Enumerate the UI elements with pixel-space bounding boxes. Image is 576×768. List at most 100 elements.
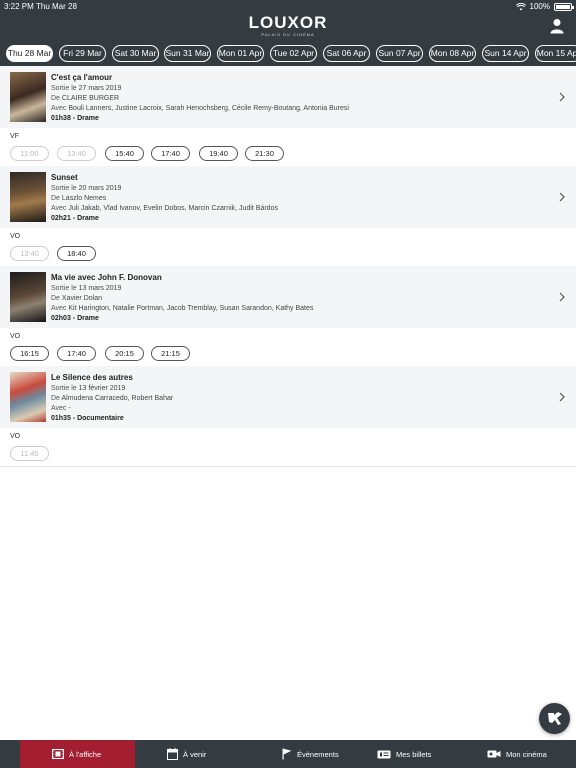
tab-label: À l'affiche	[69, 749, 102, 759]
version-label: VF	[10, 133, 19, 140]
film-icon	[52, 749, 64, 759]
showtime-button[interactable]: 17:40	[57, 346, 96, 361]
cast-names: Bouli Lanners, Justine Lacroix, Sarah He…	[68, 105, 349, 112]
release-date: 13 février 2019	[78, 385, 126, 392]
showtime-button: 13:40	[57, 146, 96, 161]
date-chip[interactable]: Mon 15 Apr	[535, 45, 576, 62]
showtime-button[interactable]: 21:15	[151, 346, 190, 361]
date-chip[interactable]: Sun 14 Apr	[482, 45, 529, 62]
flag-icon	[282, 748, 292, 760]
showtime-button[interactable]: 20:15	[105, 346, 144, 361]
movie-cast: Avec Juli Jakab, Vlad Ivanov, Evelin Dob…	[51, 205, 278, 212]
movie-duration-genre: 02h21 - Drame	[51, 215, 99, 222]
showtime-button[interactable]: 19:40	[199, 146, 238, 161]
app-header: 3:22 PM Thu Mar 28 100% LOUXOR PALAIS DU…	[0, 0, 576, 66]
battery-percent: 100%	[529, 2, 550, 11]
movie-poster[interactable]	[10, 372, 46, 422]
movie-director: De CLAIRE BURGER	[51, 95, 120, 102]
movie-director: De Xavier Dolan	[51, 295, 102, 302]
movie-poster[interactable]	[10, 272, 46, 322]
user-icon[interactable]	[550, 18, 564, 34]
date-chip[interactable]: Sat 30 Mar	[112, 45, 159, 62]
movie-duration-genre: 02h03 - Drame	[51, 315, 99, 322]
movie-card[interactable]: Ma vie avec John F. Donovan Sortie le 13 …	[0, 266, 576, 328]
tab-bar: À l'affiche À venir Évènements Mes billets M…	[0, 740, 576, 768]
date-chip[interactable]: Sun 07 Apr	[376, 45, 423, 62]
release-date: 27 mars 2019	[78, 85, 122, 92]
tab-label: À venir	[183, 749, 207, 759]
showtime-button[interactable]: 17:40	[151, 146, 190, 161]
tab-label: Mes billets	[396, 749, 432, 759]
showtime-button[interactable]: 21:30	[245, 146, 284, 161]
tab-item[interactable]: À l'affiche	[20, 740, 135, 768]
showtime-button[interactable]: 18:40	[57, 246, 96, 261]
battery-icon	[554, 2, 574, 11]
date-chip[interactable]: Sat 06 Apr	[323, 45, 370, 62]
tab-item[interactable]: Mes billets	[345, 740, 455, 768]
tab-item[interactable]: Mon cinéma	[455, 740, 565, 768]
movie-duration-genre: 01h35 - Documentaire	[51, 415, 124, 422]
movie-release: Sortie le 27 mars 2019	[51, 85, 122, 92]
movie-title: C'est ça l'amour	[51, 73, 113, 82]
filter-icon	[548, 712, 562, 725]
status-time: 3:22 PM	[4, 2, 34, 11]
date-chip[interactable]: Tue 02 Apr	[270, 45, 317, 62]
movie-duration-genre: 01h38 - Drame	[51, 115, 99, 122]
movie-release: Sortie le 13 mars 2019	[51, 285, 122, 292]
app-logo: LOUXOR PALAIS DU CINÉMA	[238, 13, 338, 37]
showtime-button[interactable]: 16:15	[10, 346, 49, 361]
date-chip[interactable]: Sun 31 Mar	[164, 45, 211, 62]
movie-info: Ma vie avec John F. Donovan Sortie le 13 …	[51, 273, 313, 324]
release-date: 20 mars 2019	[78, 185, 122, 192]
movie-title: Sunset	[51, 173, 78, 182]
tab-label: Évènements	[297, 749, 339, 759]
tab-item[interactable]: À venir	[135, 740, 245, 768]
release-date: 13 mars 2019	[78, 285, 122, 292]
chevron-right-icon[interactable]	[558, 192, 566, 202]
ticket-icon	[377, 750, 391, 758]
director-name: Xavier Dolan	[61, 295, 102, 302]
date-chip[interactable]: Mon 01 Apr	[217, 45, 264, 62]
movie-cast: Avec Bouli Lanners, Justine Lacroix, Sar…	[51, 105, 349, 112]
movie-info: Le Silence des autres Sortie le 13 févrie…	[51, 373, 173, 424]
showtime-button: 11:00	[10, 146, 49, 161]
showtime-button: 13:40	[10, 246, 49, 261]
chevron-right-icon[interactable]	[558, 292, 566, 302]
wifi-icon	[515, 2, 526, 10]
filter-fab[interactable]	[539, 703, 570, 734]
movie-title: Le Silence des autres	[51, 373, 133, 382]
movie-poster[interactable]	[10, 172, 46, 222]
tab-item[interactable]: Évènements	[250, 740, 345, 768]
cast-names: -	[68, 405, 71, 412]
movie-cast: Avec -	[51, 405, 71, 412]
calendar-icon	[167, 748, 178, 760]
battery-fill	[556, 4, 570, 9]
date-chip[interactable]: Fri 29 Mar	[59, 45, 106, 62]
movie-director: De Almudena Carracedo, Robert Bahar	[51, 395, 174, 402]
date-chip[interactable]: Thu 28 Mar	[6, 45, 53, 62]
movie-info: Sunset Sortie le 20 mars 2019 De Laszlo Ne…	[51, 173, 278, 224]
movie-poster[interactable]	[10, 72, 46, 122]
movie-card[interactable]: C'est ça l'amour Sortie le 27 mars 2019 De…	[0, 66, 576, 128]
version-label: VO	[10, 333, 21, 340]
cast-names: Juli Jakab, Vlad Ivanov, Evelin Dobos, M…	[68, 205, 278, 212]
cast-names: Kit Harington, Natalie Portman, Jacob Tr…	[68, 305, 314, 312]
movie-card[interactable]: Sunset Sortie le 20 mars 2019 De Laszlo Ne…	[0, 166, 576, 228]
chevron-right-icon[interactable]	[558, 92, 566, 102]
date-selector: Thu 28 Mar Fri 29 Mar Sat 30 Mar Sun 31 Mar…	[0, 44, 576, 66]
logo-name: LOUXOR	[248, 13, 328, 32]
director-name: Laszlo Nemes	[61, 195, 107, 202]
status-right: 100%	[515, 2, 574, 11]
movie-card[interactable]: Le Silence des autres Sortie le 13 févrie…	[0, 366, 576, 428]
version-label: VO	[10, 433, 21, 440]
camera-icon	[487, 750, 501, 758]
chevron-right-icon[interactable]	[558, 392, 566, 402]
date-chip[interactable]: Mon 08 Apr	[429, 45, 476, 62]
status-bar: 3:22 PM Thu Mar 28 100%	[0, 0, 576, 12]
showtime-button[interactable]: 15:40	[105, 146, 144, 161]
movie-cast: Avec Kit Harington, Natalie Portman, Jac…	[51, 305, 314, 312]
director-name: Almudena Carracedo, Robert Bahar	[61, 395, 174, 402]
list-end-divider	[0, 466, 576, 467]
director-name: CLAIRE BURGER	[61, 95, 120, 102]
movie-info: C'est ça l'amour Sortie le 27 mars 2019 De…	[51, 73, 349, 124]
